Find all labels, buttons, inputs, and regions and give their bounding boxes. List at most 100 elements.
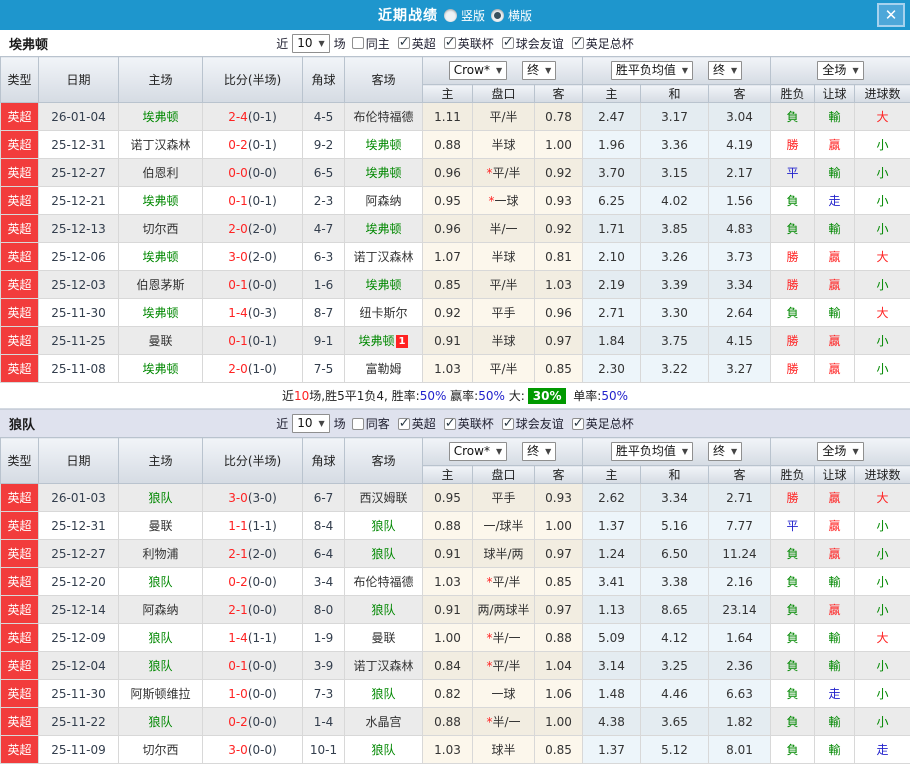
result-outcome: 勝 bbox=[771, 327, 815, 355]
result-handicap: 贏 bbox=[815, 271, 855, 299]
chevron-down-icon: ▼ bbox=[319, 36, 325, 51]
games-label: 场 bbox=[334, 35, 346, 52]
col-goals: 进球数 bbox=[855, 466, 910, 484]
result-outcome: 負 bbox=[771, 215, 815, 243]
col-goals: 进球数 bbox=[855, 85, 910, 103]
match-date: 26-01-03 bbox=[39, 484, 119, 512]
odds-away: 1.00 bbox=[535, 708, 583, 736]
team1-same-venue-checkbox[interactable] bbox=[352, 37, 364, 49]
radio-selected-icon[interactable] bbox=[491, 9, 504, 22]
away-team: 富勒姆 bbox=[345, 355, 423, 383]
away-team: 曼联 bbox=[345, 624, 423, 652]
near-label: 近 bbox=[276, 35, 288, 52]
radio-icon[interactable] bbox=[444, 9, 457, 22]
odds-final-select[interactable]: 终▼ bbox=[522, 61, 556, 80]
avg-select[interactable]: 胜平负均值▼ bbox=[611, 61, 693, 80]
result-outcome: 負 bbox=[771, 103, 815, 131]
col-avg-draw: 和 bbox=[641, 85, 709, 103]
team1-rounds-select[interactable]: 10 ▼ bbox=[292, 34, 329, 53]
match-date: 25-11-22 bbox=[39, 708, 119, 736]
team1-comp1-checkbox[interactable] bbox=[398, 37, 410, 49]
scope-select[interactable]: 全场▼ bbox=[817, 61, 863, 80]
team1-comp3-checkbox[interactable] bbox=[502, 37, 514, 49]
league-badge: 英超 bbox=[1, 736, 39, 764]
team2-comp2-checkbox[interactable] bbox=[444, 418, 456, 430]
col-handicap-result: 让球 bbox=[815, 85, 855, 103]
corner-score: 9-2 bbox=[303, 131, 345, 159]
match-score: 2-0(1-0) bbox=[203, 355, 303, 383]
league-badge: 英超 bbox=[1, 187, 39, 215]
col-odds-away: 客 bbox=[535, 85, 583, 103]
match-row: 英超 25-12-14 阿森纳 2-1(0-0) 8-0 狼队 0.91 两/两… bbox=[1, 596, 910, 624]
col-away: 客场 bbox=[345, 57, 423, 103]
avg-draw: 6.50 bbox=[641, 540, 709, 568]
match-score: 0-2(0-0) bbox=[203, 568, 303, 596]
team1-comp2-checkbox[interactable] bbox=[444, 37, 456, 49]
league-badge: 英超 bbox=[1, 159, 39, 187]
league-badge: 英超 bbox=[1, 624, 39, 652]
col-avg-away: 客 bbox=[709, 466, 771, 484]
odds-source-select[interactable]: Crow*▼ bbox=[449, 61, 507, 80]
team2-rounds-select[interactable]: 10 ▼ bbox=[292, 414, 329, 433]
match-date: 25-12-14 bbox=[39, 596, 119, 624]
match-date: 25-12-27 bbox=[39, 159, 119, 187]
odds-away: 0.81 bbox=[535, 243, 583, 271]
chevron-down-icon: ▼ bbox=[731, 63, 737, 78]
match-score: 2-4(0-1) bbox=[203, 103, 303, 131]
close-button[interactable]: ✕ bbox=[877, 3, 905, 27]
col-avg-draw: 和 bbox=[641, 466, 709, 484]
away-team: 阿森纳 bbox=[345, 187, 423, 215]
team2-comp1-checkbox[interactable] bbox=[398, 418, 410, 430]
col-date: 日期 bbox=[39, 438, 119, 484]
result-goals: 大 bbox=[855, 299, 910, 327]
home-team: 埃弗顿 bbox=[119, 243, 203, 271]
match-row: 英超 25-12-13 切尔西 2-0(2-0) 4-7 埃弗顿 0.96 半/… bbox=[1, 215, 910, 243]
team2-comp4-checkbox[interactable] bbox=[572, 418, 584, 430]
result-outcome: 勝 bbox=[771, 243, 815, 271]
result-handicap: 贏 bbox=[815, 512, 855, 540]
team2-name: 狼队 bbox=[9, 414, 35, 433]
team1-results-table: 类型 日期 主场 比分(半场) 角球 客场 Crow*▼ 终▼ 胜平负均值▼ 终… bbox=[0, 56, 910, 383]
team2-results-table: 类型 日期 主场 比分(半场) 角球 客场 Crow*▼ 终▼ 胜平负均值▼ 终… bbox=[0, 437, 910, 764]
odds-home: 0.88 bbox=[423, 512, 473, 540]
away-team: 诺丁汉森林 bbox=[345, 243, 423, 271]
avg-draw: 3.22 bbox=[641, 355, 709, 383]
avg-home: 3.41 bbox=[583, 568, 641, 596]
odds-handicap: 一球 bbox=[473, 680, 535, 708]
odds-source-select[interactable]: Crow*▼ bbox=[449, 442, 507, 461]
odds-home: 0.84 bbox=[423, 652, 473, 680]
scope-select[interactable]: 全场▼ bbox=[817, 442, 863, 461]
avg-final-select[interactable]: 终▼ bbox=[708, 442, 742, 461]
avg-select[interactable]: 胜平负均值▼ bbox=[611, 442, 693, 461]
result-handicap: 贏 bbox=[815, 540, 855, 568]
avg-draw: 3.34 bbox=[641, 484, 709, 512]
team1-summary: 近10场,胜5平1负4, 胜率:50% 赢率:50% 大:30% 单率:50% bbox=[0, 383, 910, 409]
match-score: 0-0(0-0) bbox=[203, 159, 303, 187]
radio-vertical-layout[interactable]: 竖版 bbox=[444, 7, 485, 24]
avg-draw: 3.38 bbox=[641, 568, 709, 596]
home-team: 狼队 bbox=[119, 624, 203, 652]
odds-home: 0.92 bbox=[423, 299, 473, 327]
match-date: 25-12-27 bbox=[39, 540, 119, 568]
radio-horizontal-layout[interactable]: 横版 bbox=[491, 7, 532, 24]
avg-away: 2.17 bbox=[709, 159, 771, 187]
corner-score: 1-4 bbox=[303, 708, 345, 736]
team1-comp4-checkbox[interactable] bbox=[572, 37, 584, 49]
team2-comp3-checkbox[interactable] bbox=[502, 418, 514, 430]
col-odds-away: 客 bbox=[535, 466, 583, 484]
team1-same-venue-label: 同主 bbox=[366, 35, 390, 52]
chevron-down-icon: ▼ bbox=[852, 63, 858, 78]
league-badge: 英超 bbox=[1, 540, 39, 568]
corner-score: 2-3 bbox=[303, 187, 345, 215]
odds-final-select[interactable]: 终▼ bbox=[522, 442, 556, 461]
odds-away: 0.92 bbox=[535, 215, 583, 243]
avg-final-select[interactable]: 终▼ bbox=[708, 61, 742, 80]
result-goals: 小 bbox=[855, 540, 910, 568]
odds-home: 1.11 bbox=[423, 103, 473, 131]
home-team: 狼队 bbox=[119, 708, 203, 736]
result-handicap: 輸 bbox=[815, 299, 855, 327]
odds-handicap: 半/一 bbox=[473, 215, 535, 243]
home-team: 狼队 bbox=[119, 484, 203, 512]
odds-handicap: 平/半 bbox=[473, 355, 535, 383]
team2-same-venue-checkbox[interactable] bbox=[352, 418, 364, 430]
